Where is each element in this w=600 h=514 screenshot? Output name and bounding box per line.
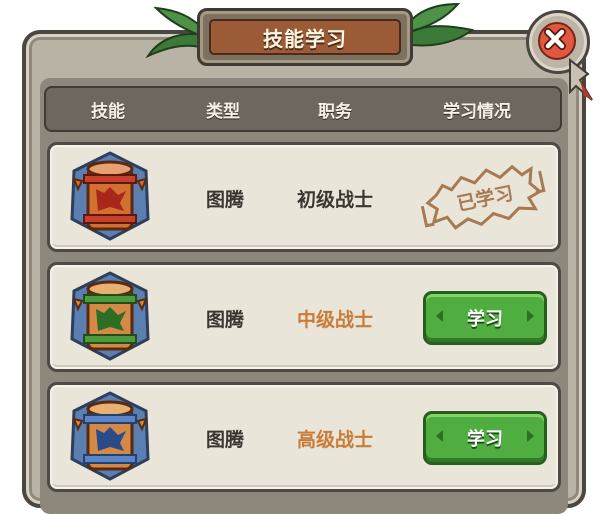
arrow-left-icon — [436, 310, 443, 322]
feather-decoration — [569, 57, 593, 101]
totem-red-icon — [70, 151, 150, 241]
learned-stamp: 已学习 — [420, 164, 546, 230]
learned-stamp-label: 已学习 — [455, 181, 516, 215]
skill-role: 初级战士 — [297, 189, 374, 211]
dialog-title: 技能学习 — [263, 26, 347, 51]
header-type: 类型 — [206, 101, 240, 122]
skill-role: 高级战士 — [297, 429, 374, 451]
totem-blue-icon — [70, 391, 150, 481]
arrow-left-icon — [436, 430, 443, 442]
table-header: 技能 类型 职务 学习情况 — [44, 86, 562, 132]
header-skill: 技能 — [91, 101, 125, 122]
arrow-right-icon — [527, 310, 534, 322]
learn-button-label[interactable]: 学习 — [467, 305, 503, 331]
table-row: 图腾 中级战士 学习 — [47, 262, 561, 372]
title-banner: 技能学习 — [209, 19, 401, 55]
arrow-right-icon — [527, 430, 534, 442]
header-status: 学习情况 — [443, 101, 511, 122]
header-role: 职务 — [318, 101, 352, 122]
table-row: 图腾 初级战士 已学习 — [47, 142, 561, 252]
table-row: 图腾 高级战士 学习 — [47, 382, 561, 492]
close-button-face[interactable] — [538, 22, 576, 60]
skill-type: 图腾 — [206, 429, 245, 451]
learn-button[interactable]: 学习 — [423, 411, 547, 465]
learn-button[interactable]: 学习 — [423, 291, 547, 345]
skill-role: 中级战士 — [297, 309, 374, 331]
skill-type: 图腾 — [206, 189, 245, 211]
title-plaque: 技能学习 — [197, 8, 413, 66]
skill-type: 图腾 — [206, 309, 245, 331]
totem-green-icon — [70, 271, 150, 361]
learn-button-label[interactable]: 学习 — [467, 425, 503, 451]
close-icon — [544, 28, 566, 50]
